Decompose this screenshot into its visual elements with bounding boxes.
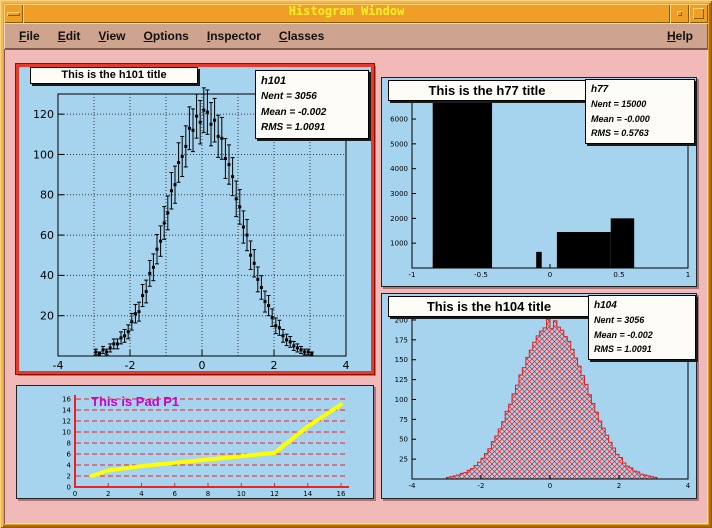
- svg-text:3000: 3000: [390, 190, 408, 198]
- pad-p1[interactable]: 0 2 4 6 8 10 12 14 16 0 2 4 6 8 10 12 14 16 This is Pad P…: [16, 385, 374, 499]
- svg-text:4000: 4000: [390, 165, 408, 173]
- svg-text:4: 4: [343, 359, 350, 371]
- window-menu-icon: [7, 12, 20, 16]
- svg-text:14: 14: [62, 407, 71, 415]
- titlebar: Histogram Window: [4, 4, 708, 23]
- svg-text:12: 12: [270, 490, 279, 498]
- svg-text:50: 50: [399, 436, 408, 444]
- svg-text:200: 200: [395, 316, 408, 324]
- maximize-button[interactable]: [689, 4, 708, 23]
- root-canvas[interactable]: -4-202420406080100120 This is the h101 t…: [4, 49, 708, 524]
- svg-text:6: 6: [173, 490, 178, 498]
- svg-text:0.5: 0.5: [613, 271, 624, 279]
- histogram-window: Histogram Window File Edit View Options …: [0, 0, 712, 528]
- svg-text:2: 2: [617, 482, 621, 490]
- svg-text:125: 125: [395, 376, 408, 384]
- h77-stats-entries: Nent = 15000: [591, 97, 689, 112]
- svg-text:0: 0: [548, 271, 552, 279]
- window-title: Histogram Window: [23, 4, 670, 23]
- svg-text:1: 1: [686, 271, 690, 279]
- svg-text:25: 25: [399, 456, 408, 464]
- svg-text:2: 2: [67, 473, 71, 481]
- h101-stats-mean: Mean = -0.002: [261, 105, 363, 121]
- pad-h104[interactable]: -4 -2 0 2 4 25 50 75 100 125 150 175 200 This is the…: [381, 293, 697, 499]
- svg-text:-4: -4: [53, 359, 64, 371]
- h77-stats-mean: Mean = -0.000: [591, 112, 689, 127]
- svg-text:120: 120: [33, 108, 54, 121]
- p1-title: This is Pad P1: [91, 394, 179, 409]
- p1-plot: 0 2 4 6 8 10 12 14 16 0 2 4 6 8 10 12 14 16: [17, 386, 373, 498]
- h104-stats-rms: RMS = 1.0091: [594, 342, 690, 357]
- minimize-icon: [677, 11, 682, 16]
- svg-text:80: 80: [40, 189, 54, 202]
- svg-text:75: 75: [399, 416, 408, 424]
- svg-text:1000: 1000: [390, 240, 408, 248]
- menu-help[interactable]: Help: [658, 25, 702, 47]
- pad-h77[interactable]: -1-0.500.511000200030004000500060007000 …: [381, 77, 697, 287]
- svg-text:-4: -4: [409, 482, 417, 490]
- svg-text:2000: 2000: [390, 215, 408, 223]
- svg-text:6: 6: [67, 451, 72, 459]
- svg-text:0: 0: [67, 484, 71, 492]
- svg-text:4: 4: [139, 490, 144, 498]
- svg-text:12: 12: [62, 418, 71, 426]
- menubar: File Edit View Options Inspector Classes…: [4, 23, 708, 49]
- svg-text:2: 2: [106, 490, 110, 498]
- svg-text:8: 8: [206, 490, 210, 498]
- menu-inspector[interactable]: Inspector: [198, 25, 270, 47]
- h104-stats-mean: Mean = -0.002: [594, 328, 690, 343]
- menu-edit[interactable]: Edit: [49, 25, 90, 47]
- svg-text:40: 40: [40, 269, 54, 282]
- svg-text:2: 2: [271, 359, 278, 371]
- svg-text:100: 100: [33, 148, 54, 161]
- svg-text:20: 20: [40, 310, 54, 323]
- svg-text:16: 16: [337, 490, 346, 498]
- svg-text:-0.5: -0.5: [474, 271, 488, 279]
- svg-text:10: 10: [237, 490, 246, 498]
- svg-text:-2: -2: [125, 359, 136, 371]
- h77-stats-box[interactable]: h77 Nent = 15000 Mean = -0.000 RMS = 0.5…: [585, 79, 695, 144]
- svg-text:150: 150: [395, 356, 408, 364]
- h77-stats-rms: RMS = 0.5763: [591, 126, 689, 141]
- svg-text:100: 100: [395, 396, 408, 404]
- h101-stats-rms: RMS = 1.0091: [261, 120, 363, 136]
- menu-view[interactable]: View: [89, 25, 134, 47]
- menu-classes[interactable]: Classes: [270, 25, 333, 47]
- menu-options[interactable]: Options: [135, 25, 198, 47]
- svg-text:0: 0: [548, 482, 552, 490]
- minimize-button[interactable]: [670, 4, 689, 23]
- h104-stats-name: h104: [594, 298, 690, 313]
- svg-text:-1: -1: [409, 271, 416, 279]
- svg-text:4: 4: [67, 462, 72, 470]
- h77-stats-name: h77: [591, 82, 689, 97]
- svg-text:4: 4: [686, 482, 691, 490]
- svg-text:-2: -2: [478, 482, 485, 490]
- svg-text:0: 0: [73, 490, 77, 498]
- svg-text:175: 175: [395, 336, 408, 344]
- h101-title-box[interactable]: This is the h101 title: [30, 67, 198, 84]
- maximize-icon: [693, 8, 704, 19]
- h104-stats-entries: Nent = 3056: [594, 313, 690, 328]
- svg-text:14: 14: [303, 490, 312, 498]
- svg-text:5000: 5000: [390, 140, 408, 148]
- h101-stats-box[interactable]: h101 Nent = 3056 Mean = -0.002 RMS = 1.0…: [255, 70, 369, 139]
- h101-stats-name: h101: [261, 73, 363, 89]
- svg-text:60: 60: [40, 229, 54, 242]
- h104-title-box[interactable]: This is the h104 title: [388, 296, 590, 317]
- h101-stats-entries: Nent = 3056: [261, 89, 363, 105]
- menu-file[interactable]: File: [10, 25, 49, 47]
- h77-title-box[interactable]: This is the h77 title: [388, 80, 586, 101]
- svg-text:0: 0: [199, 359, 206, 371]
- h104-stats-box[interactable]: h104 Nent = 3056 Mean = -0.002 RMS = 1.0…: [588, 295, 696, 360]
- window-menu-button[interactable]: [4, 4, 23, 23]
- svg-text:8: 8: [67, 440, 71, 448]
- svg-text:16: 16: [62, 396, 71, 404]
- svg-text:10: 10: [62, 429, 71, 437]
- pad-h101[interactable]: -4 -2 0 2 4 20 40 60 80 100 120 This is the h101 t…: [16, 64, 374, 374]
- svg-text:6000: 6000: [390, 115, 408, 123]
